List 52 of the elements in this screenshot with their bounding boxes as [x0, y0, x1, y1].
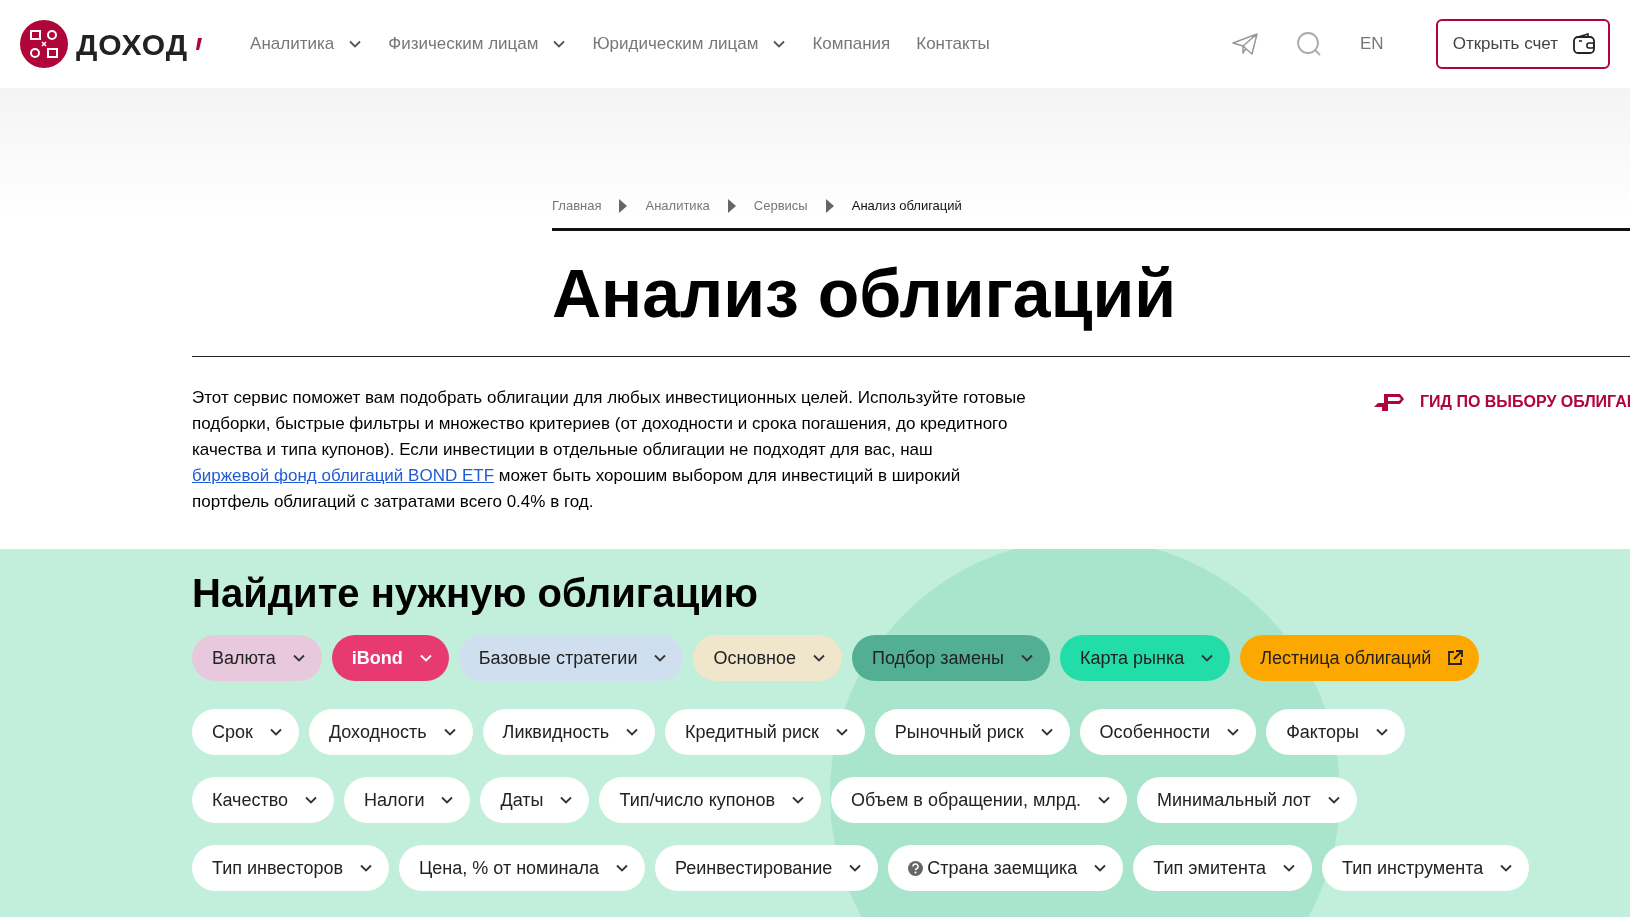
filter-button[interactable]: Страна заемщика	[888, 845, 1124, 891]
preset-button[interactable]: Лестница облигаций	[1240, 635, 1480, 681]
breadcrumb-link[interactable]: Сервисы	[753, 196, 808, 216]
page-title: Анализ облигаций	[552, 253, 1178, 333]
preset-button[interactable]: Карта рынка	[1059, 635, 1231, 681]
filter-button[interactable]: Доходность	[308, 709, 473, 755]
description-text: Этот сервис поможет вам подобрать облигации для любых инвестиционных целей. Используйте готовые подборки, быстрые фильтры и множество критериев (от доходности и срока погашения, до кредитного качества и типа купонов). Если инвестиции в отдельные облигации не подходят для вас, наш биржевой фонд облигаций BOND ETF может быть хорошим выбором для инвестиций в широкий портфель облигаций с затратами всего 0.4% в год.	[192, 387, 1027, 514]
filter-button[interactable]: Тип эмитента	[1133, 845, 1312, 891]
preset-button[interactable]: Валюта	[192, 635, 322, 681]
breadcrumb-link[interactable]: Аналитика	[645, 196, 710, 216]
nav-link[interactable]: Юридическим лицам	[592, 31, 787, 57]
caret-icon	[619, 198, 628, 213]
caret-icon	[825, 198, 834, 213]
send-icon	[1232, 33, 1259, 55]
filter-button[interactable]: Тип инвесторов	[192, 845, 389, 891]
guide-link[interactable]: ГИД ПО ВЫБОРУ ОБЛИГАI	[1420, 390, 1630, 414]
signpost-icon	[1372, 392, 1406, 412]
filter-button[interactable]: Рыночный риск	[874, 709, 1070, 755]
filter-button[interactable]: Особенности	[1079, 709, 1257, 755]
nav-link[interactable]: Компания	[812, 31, 891, 57]
preset-button[interactable]: Подбор замены	[851, 635, 1050, 681]
filter-button[interactable]: Налоги	[344, 777, 471, 823]
preset-button[interactable]: Основное	[693, 635, 842, 681]
filter-button[interactable]: Качество	[192, 777, 335, 823]
preset-button[interactable]: Базовые стратегии	[458, 635, 684, 681]
nav-link[interactable]: Физическим лицам	[388, 31, 567, 57]
filter-button[interactable]: Тип инструмента	[1322, 845, 1530, 891]
language-link[interactable]: EN	[1360, 31, 1384, 57]
filter-button[interactable]: Тип/число купонов	[599, 777, 821, 823]
filter-button[interactable]: Кредитный риск	[665, 709, 865, 755]
filter-button[interactable]: Цена, % от номинала	[399, 845, 645, 891]
caret-icon	[727, 198, 736, 213]
search-icon	[1296, 31, 1323, 57]
filter-button[interactable]: Факторы	[1266, 709, 1405, 755]
filter-button[interactable]: Ликвидность	[482, 709, 656, 755]
breadcrumb-link[interactable]: Главная	[552, 196, 602, 216]
nav-link[interactable]: Контакты	[916, 31, 990, 57]
logo-icon	[20, 20, 68, 68]
logo-text: ДОХОД	[76, 26, 189, 63]
filter-button[interactable]: Объем в обращении, млрд.	[831, 777, 1127, 823]
wallet-icon	[1572, 33, 1596, 55]
filter-button[interactable]: Срок	[192, 709, 299, 755]
filter-button[interactable]: Даты	[480, 777, 590, 823]
filter-button[interactable]: Реинвестирование	[655, 845, 879, 891]
preset-button[interactable]: iBond	[331, 635, 449, 681]
filter-button[interactable]: Минимальный лот	[1136, 777, 1357, 823]
nav-link[interactable]: Аналитика	[250, 31, 363, 57]
etf-link[interactable]: биржевой фонд облигаций BOND ETF	[192, 466, 495, 486]
external-link-icon	[1447, 650, 1464, 666]
logo-mark	[196, 38, 203, 50]
open-account-button[interactable]: Открыть счет	[1435, 19, 1610, 69]
section-heading: Найдите нужную облигацию	[192, 570, 759, 617]
